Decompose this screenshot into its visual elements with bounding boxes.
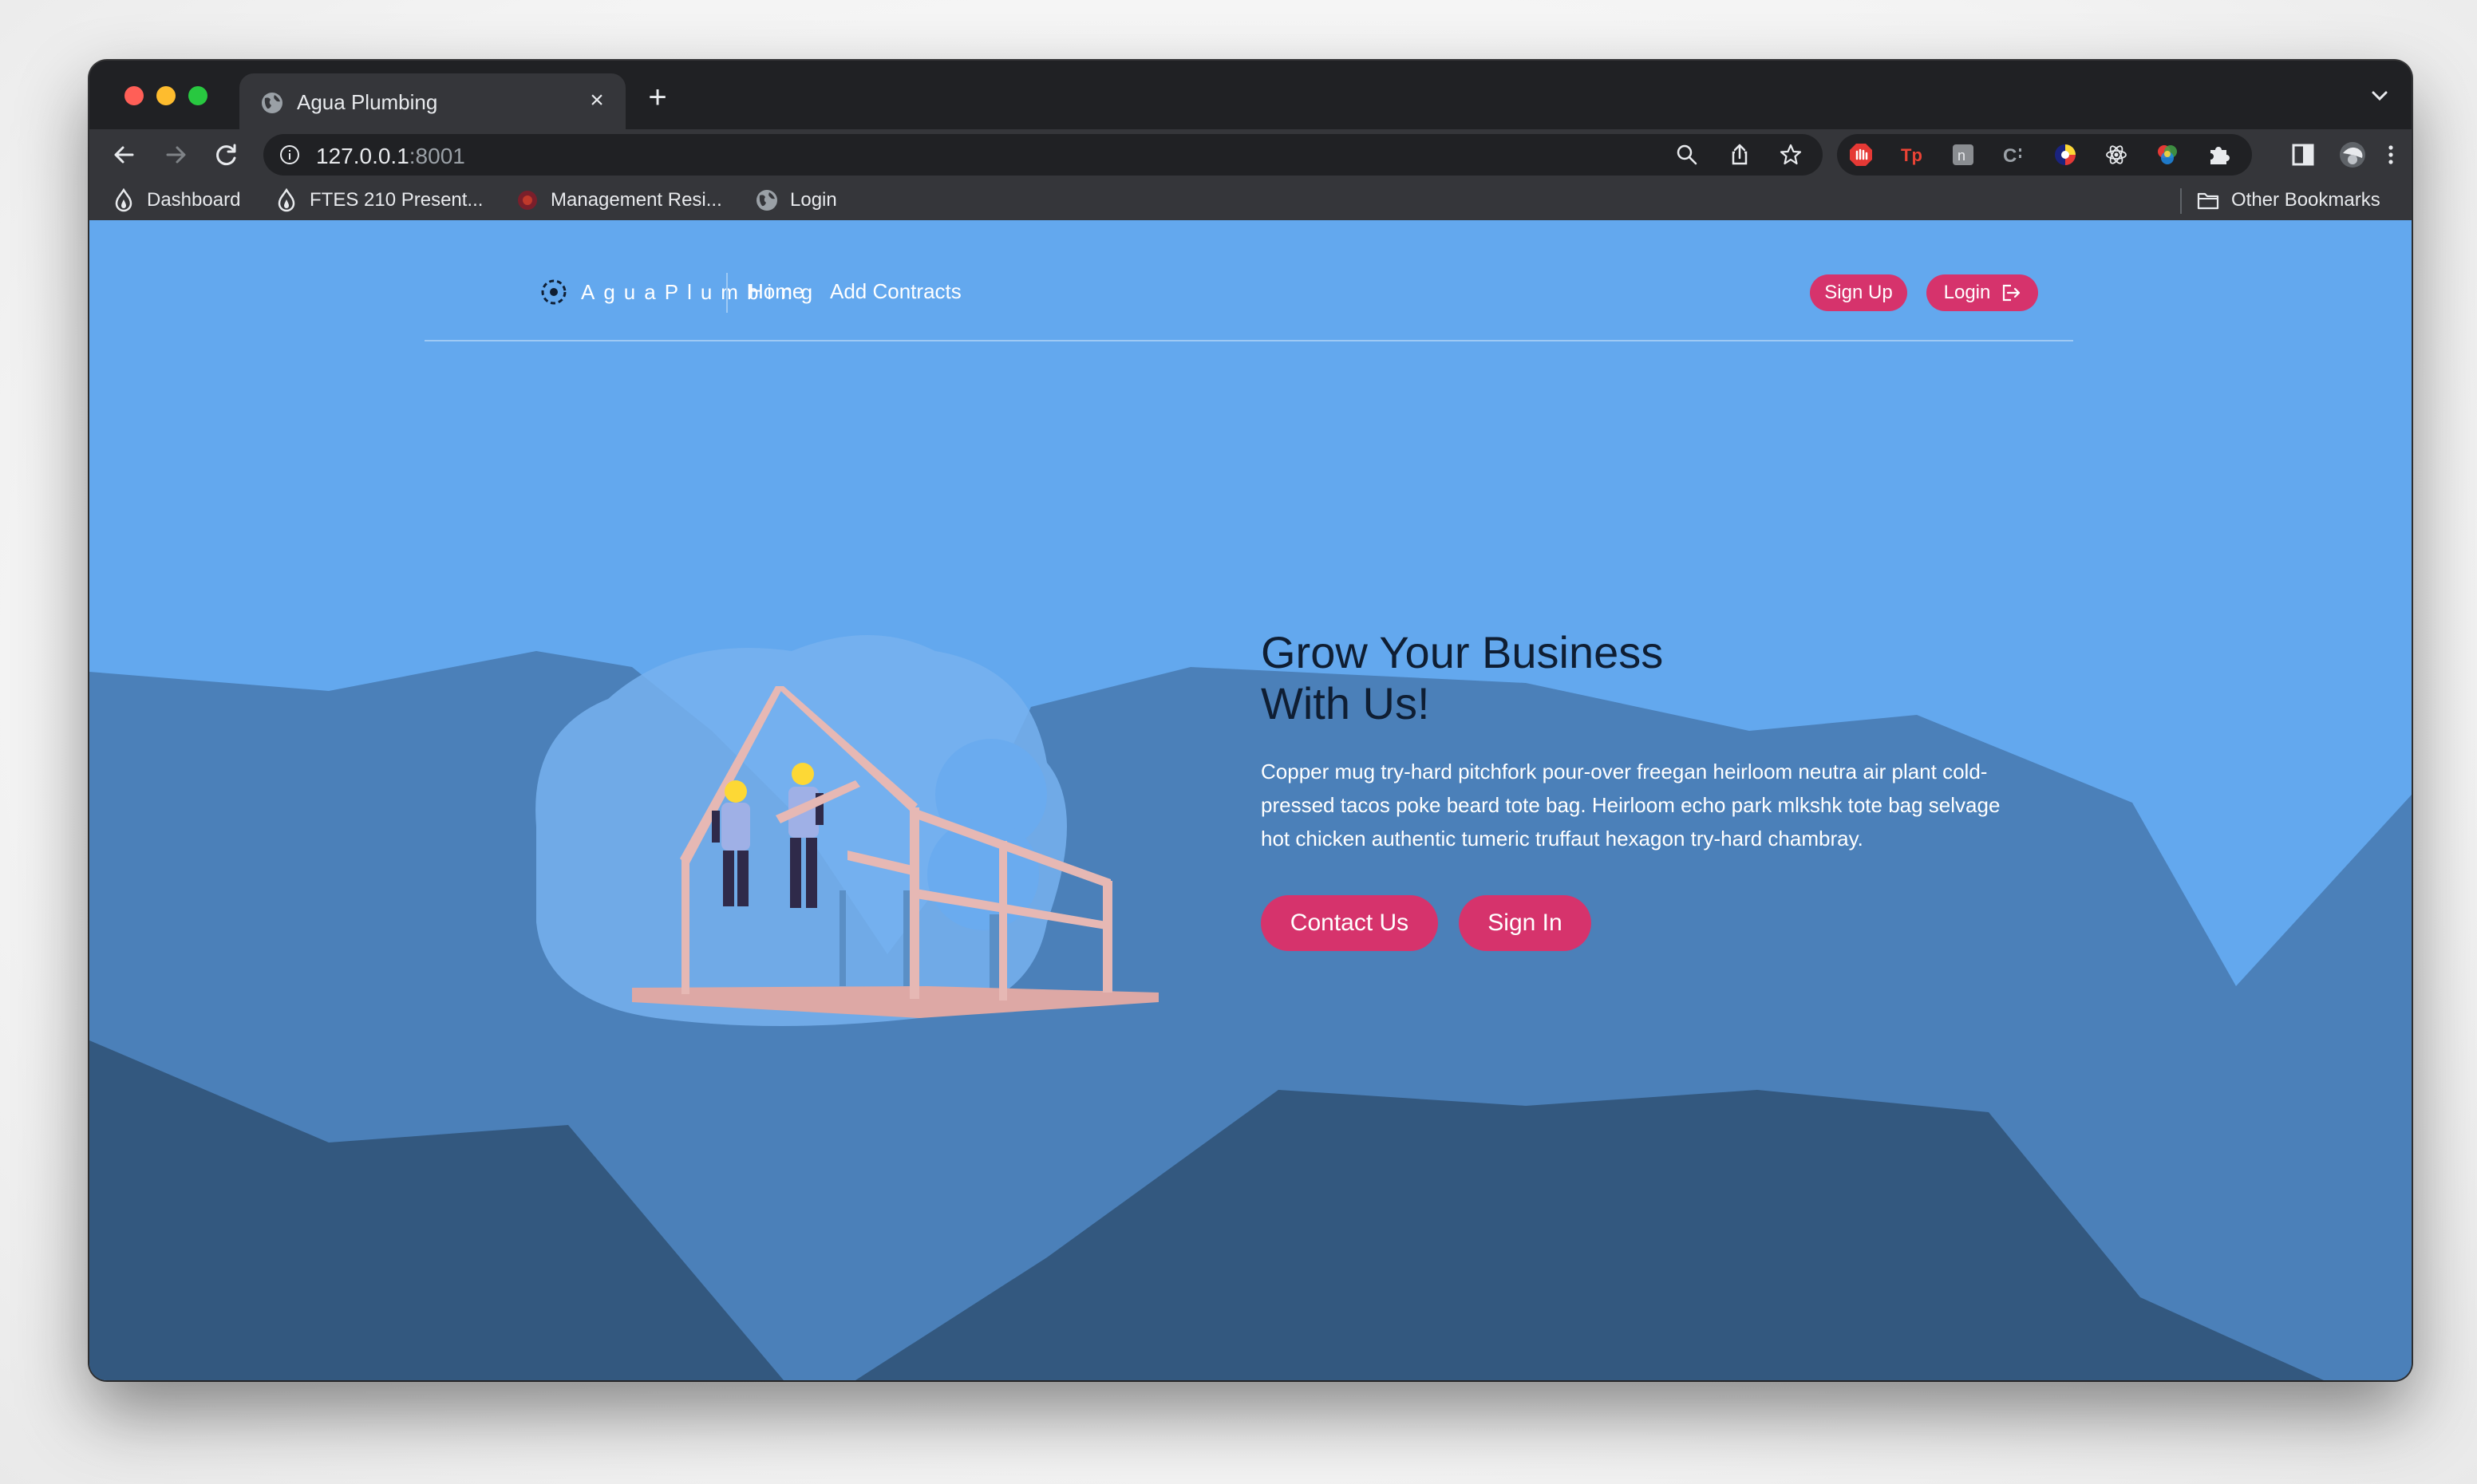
nav-link-add-contracts[interactable]: Add Contracts: [830, 279, 962, 304]
extensions-area: Tp n C: [1837, 134, 2252, 176]
sign-up-button[interactable]: Sign Up: [1810, 274, 1907, 311]
color-wheel-extension-icon[interactable]: [2052, 142, 2078, 168]
minimize-window-button[interactable]: [156, 86, 176, 105]
bookmark-login[interactable]: Login: [755, 187, 837, 214]
site-navbar: AguaPlumbing Home Add Contracts Sign Up …: [425, 220, 2073, 341]
nav-divider: [726, 273, 728, 313]
share-icon[interactable]: [1727, 142, 1752, 168]
adblock-extension-icon[interactable]: [1848, 142, 1874, 168]
login-label: Login: [1943, 282, 1991, 303]
flame-icon: [278, 188, 295, 212]
tab-title: Agua Plumbing: [297, 90, 438, 114]
bookmark-management[interactable]: Management Resi...: [516, 187, 722, 214]
svg-text:C: C: [2003, 145, 2017, 167]
construction-illustration: [535, 635, 1159, 1026]
info-icon[interactable]: [279, 144, 300, 165]
folder-icon: [2197, 192, 2219, 210]
chevron-down-icon[interactable]: [2365, 81, 2394, 110]
globe-icon: [262, 93, 282, 113]
hero-title-line1: Grow Your Business: [1261, 627, 1664, 677]
login-button[interactable]: Login: [1926, 274, 2038, 311]
url-host: 127.0.0.1: [316, 144, 409, 168]
bookmark-dashboard[interactable]: Dashboard: [112, 187, 240, 214]
bookmark-label: Login: [790, 189, 837, 211]
hero-title: Grow Your Business With Us!: [1261, 627, 1819, 729]
react-devtools-icon[interactable]: [2104, 142, 2129, 168]
reload-icon[interactable]: [211, 139, 243, 171]
tab-strip: Agua Plumbing × +: [89, 61, 2412, 129]
crest-icon: [518, 191, 537, 210]
close-window-button[interactable]: [124, 86, 144, 105]
profile-avatar-icon[interactable]: [2338, 140, 2367, 169]
forward-arrow-icon[interactable]: [160, 139, 192, 171]
svg-text:n: n: [1958, 148, 1965, 164]
sign-up-label: Sign Up: [1824, 282, 1893, 303]
browser-toolbar: 127.0.0.1:8001 Tp n C: [89, 129, 2412, 180]
hero-title-line2: With Us!: [1261, 678, 1430, 728]
color-picker-extension-icon[interactable]: [2155, 142, 2180, 168]
web-page: AguaPlumbing Home Add Contracts Sign Up …: [89, 220, 2412, 1380]
bookmarks-divider: [2180, 188, 2182, 214]
zoom-icon[interactable]: [1674, 142, 1700, 168]
brand-logo-icon: [541, 279, 567, 305]
extensions-puzzle-icon[interactable]: [2206, 142, 2231, 168]
globe-icon: [757, 190, 777, 211]
contact-us-button[interactable]: Contact Us: [1261, 895, 1438, 951]
logout-arrow-icon: [2003, 284, 2021, 302]
tp-extension-icon[interactable]: Tp: [1899, 142, 1925, 168]
contact-us-label: Contact Us: [1290, 910, 1409, 936]
bookmark-star-icon[interactable]: [1778, 142, 1803, 168]
bookmark-label: Management Resi...: [551, 189, 722, 211]
hero-description: Copper mug try-hard pitchfork pour-over …: [1261, 760, 2001, 851]
new-tab-button[interactable]: +: [640, 80, 675, 115]
more-menu-icon[interactable]: [2376, 140, 2405, 169]
sign-in-button[interactable]: Sign In: [1459, 895, 1591, 951]
bookmark-label: FTES 210 Present...: [310, 189, 484, 211]
nav-link-home[interactable]: Home: [749, 279, 804, 304]
bookmark-label: Dashboard: [147, 189, 241, 211]
tab-close-icon[interactable]: ×: [583, 86, 611, 115]
back-arrow-icon[interactable]: [109, 139, 140, 171]
active-tab[interactable]: Agua Plumbing ×: [239, 73, 626, 129]
browser-window: Agua Plumbing × + 127.0.0.1:8001 Tp n C …: [89, 61, 2412, 1380]
url-port: :8001: [409, 144, 465, 168]
url-text[interactable]: 127.0.0.1:8001: [316, 144, 465, 169]
svg-text:Tp: Tp: [1901, 145, 1922, 165]
maximize-window-button[interactable]: [188, 86, 207, 105]
code-extension-icon[interactable]: C: [2001, 142, 2027, 168]
address-bar[interactable]: 127.0.0.1:8001: [263, 134, 1823, 176]
side-panel-icon[interactable]: [2289, 140, 2317, 169]
bookmark-ftes[interactable]: FTES 210 Present...: [275, 187, 483, 214]
other-bookmarks-label: Other Bookmarks: [2231, 189, 2380, 211]
other-bookmarks[interactable]: Other Bookmarks: [2196, 187, 2380, 214]
gray-extension-icon[interactable]: n: [1950, 142, 1976, 168]
sign-in-label: Sign In: [1487, 910, 1562, 936]
flame-icon: [115, 188, 132, 212]
mountain-background: [89, 651, 2412, 1380]
bookmarks-bar: Dashboard FTES 210 Present... Management…: [89, 180, 2412, 221]
